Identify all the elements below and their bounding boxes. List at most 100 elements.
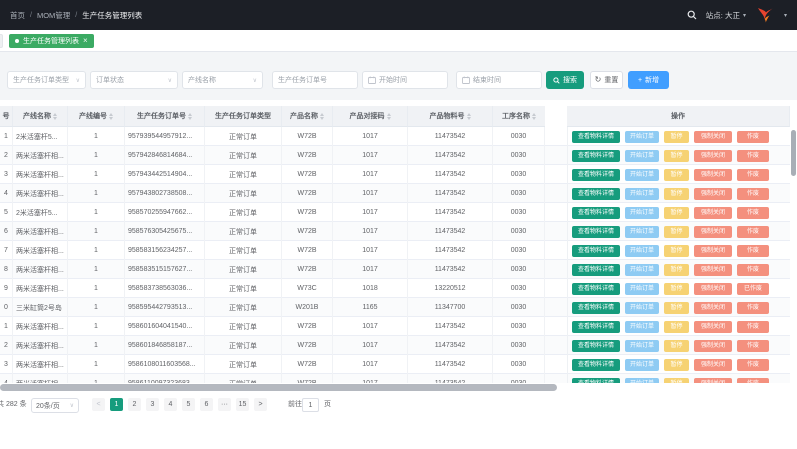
view-material-button[interactable]: 查看物料详情 bbox=[572, 378, 620, 384]
site-selector[interactable]: 站点: 大正 ▾ bbox=[706, 10, 746, 21]
sort-asc-icon[interactable] bbox=[467, 113, 471, 116]
view-material-button[interactable]: 查看物料详情 bbox=[572, 340, 620, 352]
sort-asc-icon[interactable] bbox=[109, 113, 113, 116]
pause-button[interactable]: 暂停 bbox=[664, 264, 689, 276]
col-header-dock-code[interactable]: 产品对接码 bbox=[333, 106, 408, 127]
view-material-button[interactable]: 查看物料详情 bbox=[572, 359, 620, 371]
view-material-button[interactable]: 查看物料详情 bbox=[572, 245, 620, 257]
void-button[interactable]: 作废 bbox=[737, 264, 769, 276]
pause-button[interactable]: 暂停 bbox=[664, 321, 689, 333]
pause-button[interactable]: 暂停 bbox=[664, 207, 689, 219]
force-close-button[interactable]: 强制关闭 bbox=[694, 169, 732, 181]
force-close-button[interactable]: 强制关闭 bbox=[694, 359, 732, 371]
order-status-select[interactable]: 订单状态 ∨ bbox=[90, 71, 178, 89]
col-header-process-name[interactable]: 工序名称 bbox=[493, 106, 545, 127]
force-close-button[interactable]: 强制关闭 bbox=[694, 131, 732, 143]
void-button[interactable]: 作废 bbox=[737, 359, 769, 371]
force-close-button[interactable]: 强制关闭 bbox=[694, 264, 732, 276]
force-close-button[interactable]: 强制关闭 bbox=[694, 207, 732, 219]
sort-desc-icon[interactable] bbox=[188, 117, 192, 120]
void-button[interactable]: 作废 bbox=[737, 188, 769, 200]
start-order-button[interactable]: 开始订单 bbox=[625, 378, 659, 384]
line-name-select[interactable]: 产线名称 ∨ bbox=[182, 71, 263, 89]
view-material-button[interactable]: 查看物料详情 bbox=[572, 226, 620, 238]
start-order-button[interactable]: 开始订单 bbox=[625, 321, 659, 333]
view-material-button[interactable]: 查看物料详情 bbox=[572, 207, 620, 219]
view-material-button[interactable]: 查看物料详情 bbox=[572, 283, 620, 295]
sort-carets-icon[interactable] bbox=[532, 113, 536, 120]
vertical-scrollbar[interactable] bbox=[790, 127, 797, 384]
force-close-button[interactable]: 强制关闭 bbox=[694, 150, 732, 162]
add-button[interactable]: + 新增 bbox=[628, 71, 669, 89]
next-page-button[interactable]: > bbox=[254, 398, 267, 411]
pause-button[interactable]: 暂停 bbox=[664, 359, 689, 371]
pause-button[interactable]: 暂停 bbox=[664, 245, 689, 257]
void-button[interactable]: 作废 bbox=[737, 131, 769, 143]
sort-carets-icon[interactable] bbox=[188, 113, 192, 120]
pause-button[interactable]: 暂停 bbox=[664, 188, 689, 200]
void-button[interactable]: 作废 bbox=[737, 245, 769, 257]
force-close-button[interactable]: 强制关闭 bbox=[694, 188, 732, 200]
force-close-button[interactable]: 强制关闭 bbox=[694, 340, 732, 352]
pause-button[interactable]: 暂停 bbox=[664, 340, 689, 352]
sort-desc-icon[interactable] bbox=[109, 117, 113, 120]
page-button[interactable]: 15 bbox=[236, 398, 249, 411]
start-order-button[interactable]: 开始订单 bbox=[625, 169, 659, 181]
start-order-button[interactable]: 开始订单 bbox=[625, 264, 659, 276]
more-pages-button[interactable]: ··· bbox=[218, 398, 231, 411]
view-material-button[interactable]: 查看物料详情 bbox=[572, 131, 620, 143]
sort-carets-icon[interactable] bbox=[320, 113, 324, 120]
sort-asc-icon[interactable] bbox=[188, 113, 192, 116]
start-order-button[interactable]: 开始订单 bbox=[625, 226, 659, 238]
void-button[interactable]: 作废 bbox=[737, 378, 769, 384]
page-button[interactable]: 2 bbox=[128, 398, 141, 411]
page-button[interactable]: 6 bbox=[200, 398, 213, 411]
breadcrumb-item[interactable]: 首页 bbox=[10, 10, 25, 21]
pause-button[interactable]: 暂停 bbox=[664, 150, 689, 162]
force-close-button[interactable]: 强制关闭 bbox=[694, 283, 732, 295]
view-material-button[interactable]: 查看物料详情 bbox=[572, 188, 620, 200]
page-button[interactable]: 1 bbox=[110, 398, 123, 411]
pause-button[interactable]: 暂停 bbox=[664, 169, 689, 181]
view-material-button[interactable]: 查看物料详情 bbox=[572, 321, 620, 333]
col-header-line-name[interactable]: 产线名称 bbox=[13, 106, 68, 127]
start-order-button[interactable]: 开始订单 bbox=[625, 359, 659, 371]
start-order-button[interactable]: 开始订单 bbox=[625, 131, 659, 143]
user-menu-caret-icon[interactable]: ▾ bbox=[784, 12, 787, 19]
col-header-material-no[interactable]: 产品物料号 bbox=[408, 106, 493, 127]
start-date-input[interactable]: 开始时间 bbox=[362, 71, 448, 89]
order-type-select[interactable]: 生产任务订单类型 ∨ bbox=[7, 71, 86, 89]
pause-button[interactable]: 暂停 bbox=[664, 226, 689, 238]
force-close-button[interactable]: 强制关闭 bbox=[694, 302, 732, 314]
sort-carets-icon[interactable] bbox=[387, 113, 391, 120]
pause-button[interactable]: 暂停 bbox=[664, 131, 689, 143]
void-button[interactable]: 作废 bbox=[737, 169, 769, 181]
sort-desc-icon[interactable] bbox=[53, 117, 57, 120]
page-size-select[interactable]: 20条/页 ∨ bbox=[31, 398, 79, 413]
void-button[interactable]: 已作废 bbox=[737, 283, 769, 295]
force-close-button[interactable]: 强制关闭 bbox=[694, 226, 732, 238]
page-button[interactable]: 5 bbox=[182, 398, 195, 411]
start-order-button[interactable]: 开始订单 bbox=[625, 188, 659, 200]
sort-desc-icon[interactable] bbox=[467, 117, 471, 120]
start-order-button[interactable]: 开始订单 bbox=[625, 340, 659, 352]
start-order-button[interactable]: 开始订单 bbox=[625, 150, 659, 162]
void-button[interactable]: 作废 bbox=[737, 321, 769, 333]
view-material-button[interactable]: 查看物料详情 bbox=[572, 169, 620, 181]
search-button[interactable]: 搜索 bbox=[546, 71, 584, 89]
force-close-button[interactable]: 强制关闭 bbox=[694, 378, 732, 384]
sort-asc-icon[interactable] bbox=[53, 113, 57, 116]
sort-asc-icon[interactable] bbox=[532, 113, 536, 116]
start-order-button[interactable]: 开始订单 bbox=[625, 283, 659, 295]
void-button[interactable]: 作废 bbox=[737, 207, 769, 219]
void-button[interactable]: 作废 bbox=[737, 150, 769, 162]
pause-button[interactable]: 暂停 bbox=[664, 302, 689, 314]
reset-button[interactable]: ↻ 重置 bbox=[590, 71, 623, 89]
view-material-button[interactable]: 查看物料详情 bbox=[572, 264, 620, 276]
start-order-button[interactable]: 开始订单 bbox=[625, 302, 659, 314]
pause-button[interactable]: 暂停 bbox=[664, 378, 689, 384]
clipped-tab[interactable] bbox=[0, 34, 3, 48]
search-icon[interactable] bbox=[687, 10, 697, 20]
sort-asc-icon[interactable] bbox=[320, 113, 324, 116]
sort-carets-icon[interactable] bbox=[467, 113, 471, 120]
